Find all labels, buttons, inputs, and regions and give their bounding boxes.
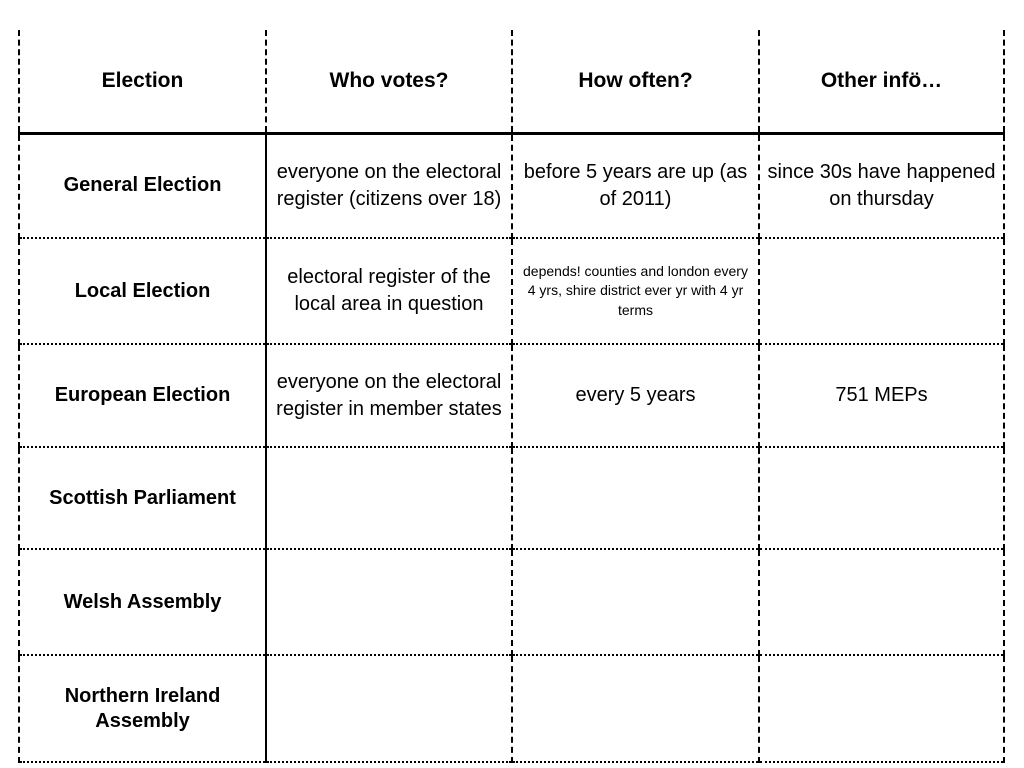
elections-table: Election Who votes? How often? Other inf…: [18, 30, 1005, 763]
row-header-scottish-parliament: Scottish Parliament: [18, 447, 267, 550]
table-row: Welsh Assembly: [18, 549, 1005, 656]
table-header: Election Who votes? How often? Other inf…: [18, 30, 1005, 135]
cell-general-election-who-votes: everyone on the electoral register (citi…: [266, 133, 513, 239]
cell-european-election-who-votes: everyone on the electoral register in me…: [266, 344, 513, 448]
table-row: European Election everyone on the electo…: [18, 344, 1005, 448]
table-body: General Election everyone on the elector…: [18, 133, 1005, 763]
cell-local-election-other-info: [759, 238, 1005, 345]
cell-scottish-parliament-who-votes: [266, 447, 513, 550]
cell-local-election-how-often: depends! counties and london every 4 yrs…: [512, 238, 760, 345]
row-header-welsh-assembly: Welsh Assembly: [18, 549, 267, 656]
cell-northern-ireland-assembly-who-votes: [266, 655, 513, 763]
table-row: Local Election electoral register of the…: [18, 238, 1005, 345]
row-header-general-election: General Election: [18, 133, 267, 239]
header-row: Election Who votes? How often? Other inf…: [18, 30, 1005, 135]
cell-european-election-other-info: 751 MEPs: [759, 344, 1005, 448]
column-header-how-often: How often?: [512, 30, 760, 135]
cell-scottish-parliament-how-often: [512, 447, 760, 550]
cell-northern-ireland-assembly-how-often: [512, 655, 760, 763]
table-row: Scottish Parliament: [18, 447, 1005, 550]
row-header-local-election: Local Election: [18, 238, 267, 345]
column-header-who-votes: Who votes?: [266, 30, 513, 135]
row-header-european-election: European Election: [18, 344, 267, 448]
cell-northern-ireland-assembly-other-info: [759, 655, 1005, 763]
cell-local-election-who-votes: electoral register of the local area in …: [266, 238, 513, 345]
cell-scottish-parliament-other-info: [759, 447, 1005, 550]
table-row: Northern Ireland Assembly: [18, 655, 1005, 763]
cell-welsh-assembly-other-info: [759, 549, 1005, 656]
cell-welsh-assembly-who-votes: [266, 549, 513, 656]
elections-table-container: Election Who votes? How often? Other inf…: [18, 30, 1005, 763]
cell-welsh-assembly-how-often: [512, 549, 760, 656]
cell-european-election-how-often: every 5 years: [512, 344, 760, 448]
table-row: General Election everyone on the elector…: [18, 133, 1005, 239]
row-header-northern-ireland-assembly: Northern Ireland Assembly: [18, 655, 267, 763]
cell-general-election-other-info: since 30s have happened on thursday: [759, 133, 1005, 239]
cell-general-election-how-often: before 5 years are up (as of 2011): [512, 133, 760, 239]
slide-canvas: Election Who votes? How often? Other inf…: [0, 0, 1024, 768]
column-header-other-info: Other infö…: [759, 30, 1005, 135]
column-header-election: Election: [18, 30, 267, 135]
